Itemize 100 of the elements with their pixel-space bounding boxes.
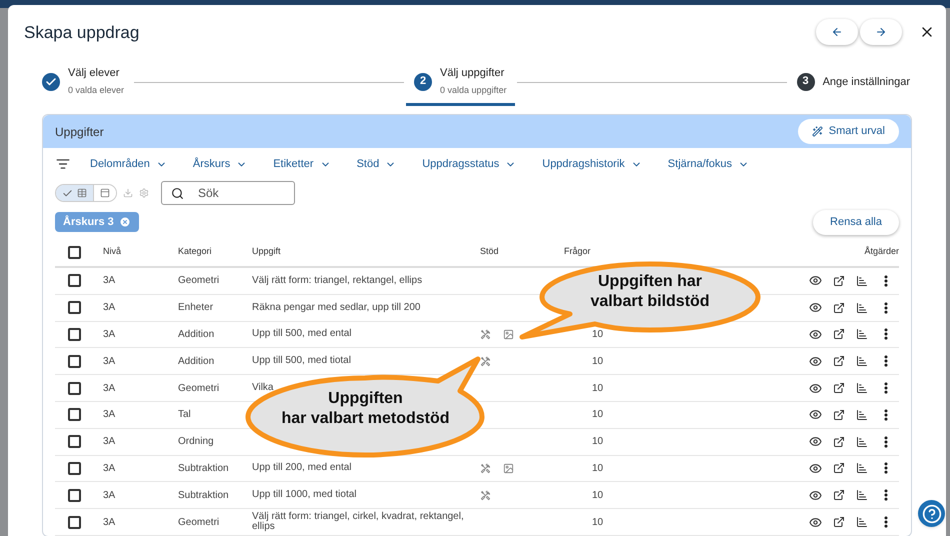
table-cell: 10 [592,490,604,501]
remove-icon[interactable] [118,216,131,228]
view-icon[interactable] [809,301,822,314]
external-link-icon[interactable] [833,355,845,368]
table-cell: Välj rätt form: triangel, rektangel, ellips [252,274,422,286]
bar-chart-icon[interactable] [856,436,868,448]
bar-chart-icon[interactable] [856,516,868,528]
table-cell: 10 [592,409,604,420]
column-header: Stöd [480,245,500,258]
external-link-icon[interactable] [833,328,845,340]
panel-title: Uppgifter [55,124,104,140]
table-cell-text: Geometri [178,382,220,396]
table-cell: 10 [592,382,604,394]
table-cell: 10 [592,516,604,528]
bar-chart-icon[interactable] [856,382,868,394]
bar-chart-icon[interactable] [856,489,868,502]
external-link-icon[interactable] [833,462,845,474]
filter-dropdown[interactable]: Etiketter [273,156,331,172]
callout-text: Uppgiften har valbart bildstöd [589,272,711,312]
table-cell: Upp till 500, med ental [252,328,352,340]
column-header: Uppgift [252,245,282,258]
filter-dropdown[interactable]: Stöd [356,156,396,172]
filter-icon[interactable] [56,157,70,171]
bar-chart-icon[interactable] [856,328,868,340]
filter-dropdown[interactable]: Årskurs [192,156,248,172]
bar-chart-icon[interactable] [856,462,868,474]
step-label: Välj elever [68,66,120,80]
view-icon[interactable] [809,354,822,368]
table-cell-text: Addition [178,354,216,369]
table-cell: Välj rätt form: triangel, cirkel, kvadrat, rektangel, ellips [252,511,464,532]
checkbox[interactable] [68,516,81,529]
bar-chart-icon[interactable] [856,355,868,368]
bar-chart-icon[interactable] [856,408,868,421]
external-link-icon[interactable] [833,516,845,528]
table-cell-text: Subtraktion [178,488,230,503]
external-link-icon[interactable] [833,302,845,314]
step-tab[interactable]: Välj elever 0 valda elever [34,60,132,106]
dialog-title: Skapa uppdrag [24,22,140,44]
view-icon[interactable] [809,382,822,395]
view-icon[interactable] [809,274,822,288]
checkbox[interactable] [68,488,81,502]
view-icon[interactable] [809,488,822,502]
table-icon [77,188,87,198]
table-cell: 10 [592,356,604,367]
table-cell-text: 3A [103,408,116,422]
callout-text: Uppgiften har valbart metodstöd [280,389,451,429]
arrow-right-icon [875,26,887,38]
step-sublabel: 0 valda uppgifter [440,84,507,97]
search-field[interactable]: Sök [161,181,295,205]
view-icon[interactable] [809,516,822,529]
table-cell-text: 3A [103,301,116,316]
table-cell-text: 3A [103,516,116,530]
table-cell-text: Geometri [178,516,220,530]
checkbox[interactable] [68,246,81,258]
table-cell-text: 3A [103,274,116,288]
table-cell-text: 3A [103,488,116,503]
external-link-icon[interactable] [833,408,845,421]
smart-selection-button[interactable]: Smart urval [798,119,899,144]
external-link-icon[interactable] [833,274,845,287]
table-cell-text: Ordning [178,435,215,450]
table-cell-text: Enheter [178,301,214,316]
view-icon[interactable] [809,462,822,475]
table-cell-text: 3A [103,328,116,342]
bar-chart-icon[interactable] [856,274,868,287]
table-cell-text: Geometri [178,274,220,288]
column-header: Nivå [103,245,122,258]
checkbox[interactable] [68,328,81,341]
step-label: Välj uppgifter [440,66,506,80]
step-tab[interactable]: 2 Välj uppgifter 0 valda uppgifter [406,60,515,106]
checkbox[interactable] [68,408,81,422]
filter-dropdown[interactable]: Delområden [90,156,167,172]
table-cell-text: Subtraktion [178,462,230,476]
filter-dropdown[interactable]: Stjärna/fokus [668,156,749,172]
table-cell-text: 3A [103,435,116,450]
table-cell-text: Tal [178,408,192,422]
view-option[interactable] [93,185,116,201]
search-input[interactable]: Sök [198,184,278,202]
step-number: 2 [414,72,432,90]
clear-all-button[interactable]: Rensa alla [813,210,899,234]
external-link-icon[interactable] [833,436,845,448]
view-icon[interactable] [809,435,822,448]
checkbox[interactable] [68,435,81,448]
table-cell-text: 3A [103,382,116,396]
checkbox[interactable] [68,301,81,314]
step-tab[interactable]: 3 Ange inställningar [788,60,918,106]
filter-dropdown[interactable]: Uppdragshistorik [542,156,642,172]
external-link-icon[interactable] [833,382,845,394]
table-cell-text: 3A [103,354,116,369]
view-option[interactable] [56,185,93,201]
arrow-left-icon [831,26,843,38]
view-icon[interactable] [809,408,822,422]
table-cell: Räkna pengar med sedlar, upp till 200 [252,302,420,313]
filter-dropdown[interactable]: Uppdragsstatus [422,156,516,172]
checkbox[interactable] [68,274,81,288]
checkbox[interactable] [68,462,81,475]
checkbox[interactable] [68,382,81,395]
external-link-icon[interactable] [833,489,845,502]
view-icon[interactable] [809,328,822,341]
bar-chart-icon[interactable] [856,302,868,314]
checkbox[interactable] [68,354,81,368]
